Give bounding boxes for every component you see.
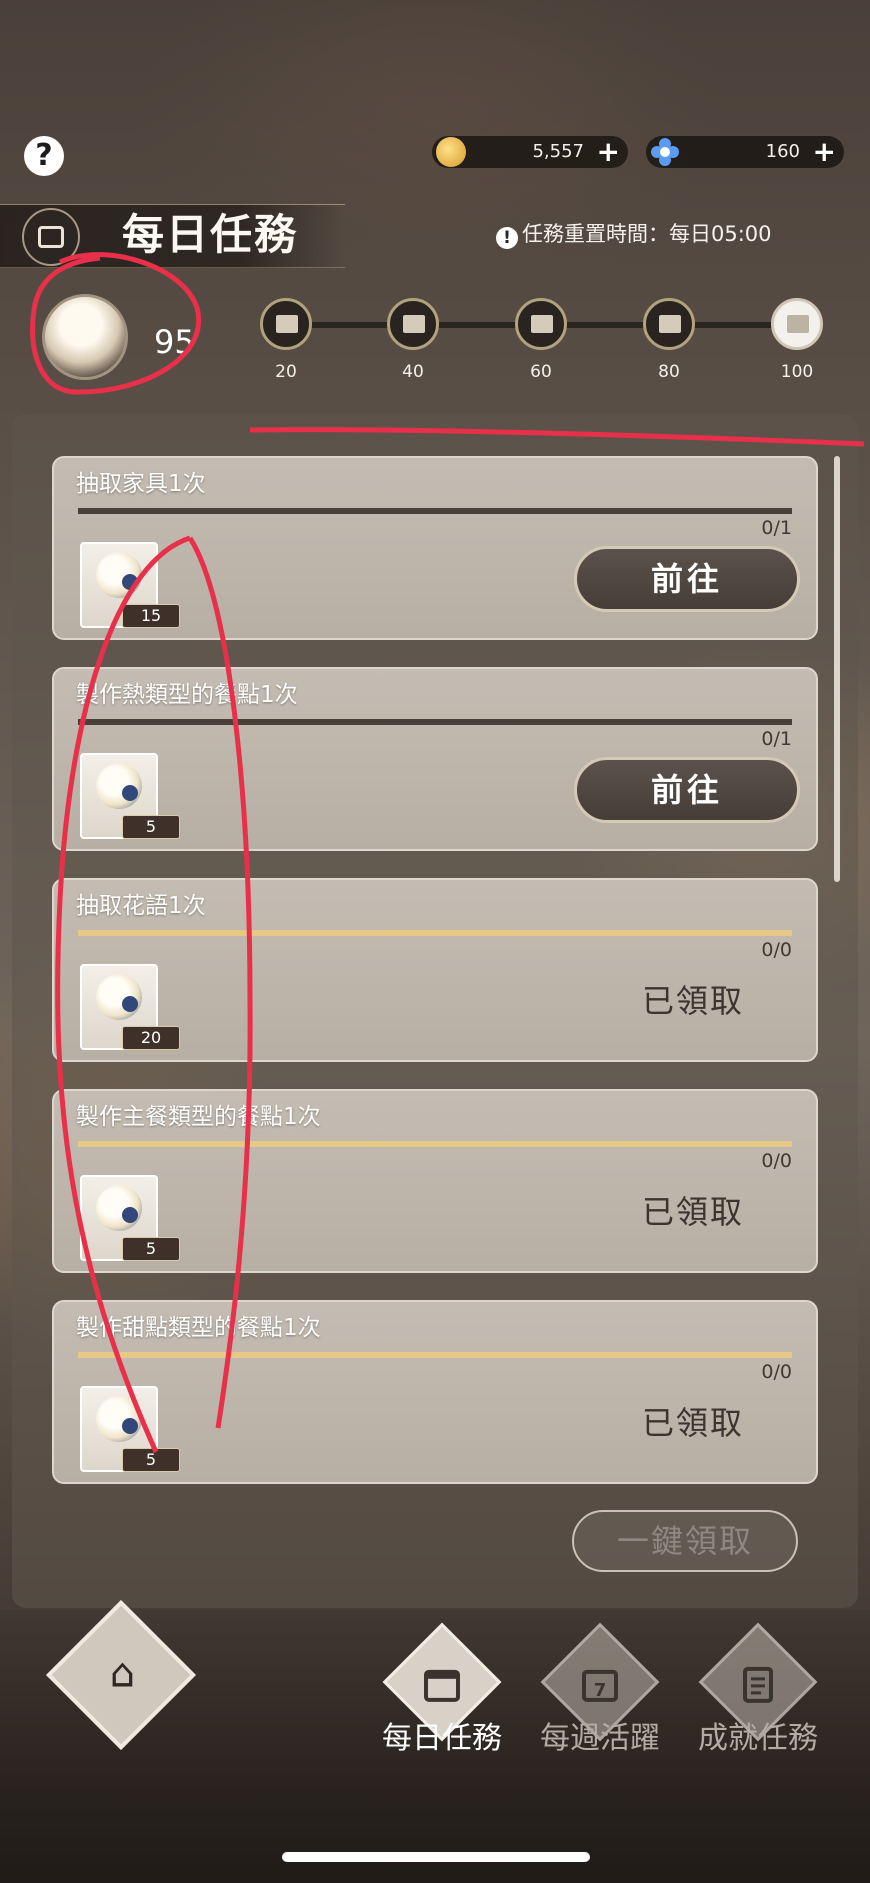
- task-progress-bar: [78, 1352, 792, 1358]
- task-progress: 0/0: [761, 1361, 792, 1383]
- task-progress: 0/1: [761, 728, 792, 750]
- claimed-status: 已領取: [641, 982, 744, 1020]
- svg-text:7: 7: [594, 1680, 607, 1701]
- milestone-chest-80[interactable]: [643, 298, 695, 350]
- task-card: 抽取家具1次 0/1 15 前往: [52, 456, 818, 640]
- milestone-label: 100: [780, 362, 814, 382]
- blue-flower-icon: [650, 137, 680, 167]
- milestone-chest-60[interactable]: [515, 298, 567, 350]
- task-title: 製作主餐類型的餐點1次: [76, 1104, 321, 1130]
- task-card: 製作熱類型的餐點1次 0/1 5 前往: [52, 667, 818, 851]
- activity-points: 95: [154, 323, 195, 361]
- scrollbar[interactable]: [834, 456, 840, 882]
- one-click-claim-button[interactable]: 一鍵領取: [572, 1510, 798, 1572]
- go-button[interactable]: 前往: [574, 546, 800, 612]
- task-progress-bar: [78, 719, 792, 725]
- task-title: 製作甜點類型的餐點1次: [76, 1315, 321, 1341]
- reward-quantity: 5: [122, 1237, 180, 1261]
- milestone-gift-100[interactable]: [771, 298, 823, 350]
- exclamation-icon: !: [496, 227, 518, 249]
- calendar-7-icon: 7: [581, 1666, 619, 1704]
- task-progress-bar: [78, 1141, 792, 1147]
- task-card: 製作甜點類型的餐點1次 0/0 5 已領取: [52, 1300, 818, 1484]
- help-button[interactable]: ?: [24, 136, 64, 176]
- reward-quantity: 15: [122, 604, 180, 628]
- task-card: 抽取花語1次 0/0 20 已領取: [52, 878, 818, 1062]
- chest-icon: [531, 315, 553, 333]
- gold-amount: 5,557: [532, 141, 584, 162]
- add-gold-button[interactable]: +: [597, 136, 620, 168]
- tab-achievement-label: 成就任務: [698, 1721, 818, 1756]
- calendar-check-icon: [423, 1666, 461, 1704]
- task-title: 抽取花語1次: [76, 893, 206, 919]
- home-icon: ⌂: [109, 1650, 136, 1697]
- chest-icon: [276, 315, 298, 333]
- milestone-label: 60: [530, 362, 552, 382]
- task-progress: 0/0: [761, 939, 792, 961]
- tab-weekly-label: 每週活躍: [540, 1721, 660, 1756]
- go-button[interactable]: 前往: [574, 757, 800, 823]
- tab-daily-label: 每日任務: [382, 1721, 502, 1756]
- task-title: 抽取家具1次: [76, 471, 206, 497]
- milestone-chest-40[interactable]: [387, 298, 439, 350]
- reset-notice: ! 任務重置時間：每日05:00: [496, 219, 772, 249]
- gold-currency: 5,557 +: [432, 136, 628, 168]
- home-indicator[interactable]: [282, 1852, 590, 1862]
- chest-icon: [403, 315, 425, 333]
- reward-quantity: 20: [122, 1026, 180, 1050]
- task-progress: 0/1: [761, 517, 792, 539]
- gold-coin-icon: [436, 137, 466, 167]
- task-progress: 0/0: [761, 1150, 792, 1172]
- calendar-check-icon: [22, 208, 80, 266]
- activity-avatar: [42, 294, 128, 380]
- claimed-status: 已領取: [641, 1193, 744, 1231]
- gift-icon: [787, 315, 809, 333]
- reset-notice-text: 任務重置時間：每日05:00: [522, 222, 772, 246]
- notebook-icon: [739, 1666, 777, 1704]
- gem-amount: 160: [765, 141, 800, 162]
- milestone-chest-20[interactable]: [260, 298, 312, 350]
- add-gem-button[interactable]: +: [813, 136, 836, 168]
- task-title: 製作熱類型的餐點1次: [76, 682, 298, 708]
- page-title: 每日任務: [122, 210, 299, 259]
- milestone-label: 20: [275, 362, 297, 382]
- task-progress-bar: [78, 930, 792, 936]
- task-card: 製作主餐類型的餐點1次 0/0 5 已領取: [52, 1089, 818, 1273]
- reward-quantity: 5: [122, 1448, 180, 1472]
- chest-icon: [659, 315, 681, 333]
- milestone-label: 80: [658, 362, 680, 382]
- task-progress-bar: [78, 508, 792, 514]
- claimed-status: 已領取: [641, 1404, 744, 1442]
- gem-currency: 160 +: [646, 136, 844, 168]
- milestone-label: 40: [402, 362, 424, 382]
- reward-quantity: 5: [122, 815, 180, 839]
